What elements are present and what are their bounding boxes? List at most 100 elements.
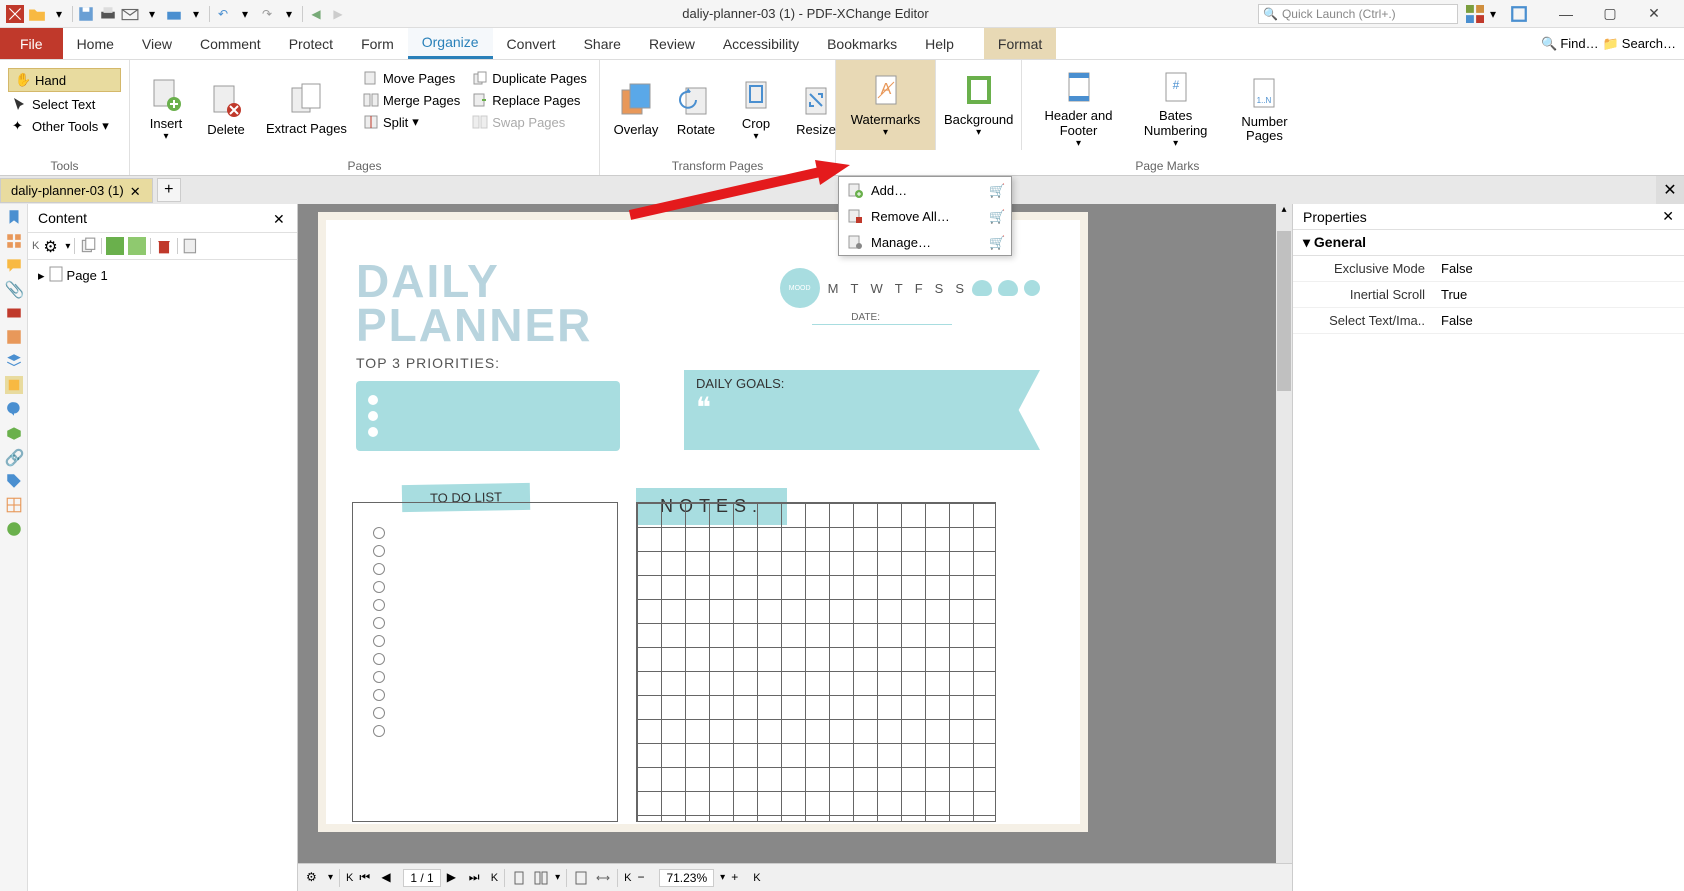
watermark-add[interactable]: Add…🛒	[839, 177, 1011, 203]
sq1-icon[interactable]	[106, 237, 124, 255]
bookmark-icon[interactable]	[5, 208, 23, 226]
layers-icon[interactable]	[5, 352, 23, 370]
menu-protect[interactable]: Protect	[275, 28, 347, 59]
last-page-icon[interactable]: ⏭	[469, 870, 485, 886]
fields-icon[interactable]	[5, 304, 23, 322]
chevron-down-icon[interactable]: ▾	[555, 872, 560, 883]
expand-icon[interactable]: ▸	[38, 268, 45, 284]
swap-pages[interactable]: Swap Pages	[468, 112, 591, 132]
properties-general-section[interactable]: ▾ General	[1293, 230, 1684, 256]
chevron-down-icon[interactable]: ▾	[1484, 5, 1502, 23]
email-icon[interactable]	[121, 5, 139, 23]
undo-icon[interactable]: ↶	[214, 5, 232, 23]
tree-page-1[interactable]: ▸Page 1	[38, 266, 287, 285]
fit-width-icon[interactable]	[595, 870, 611, 886]
scan-icon[interactable]	[165, 5, 183, 23]
zoom-in-icon[interactable]: +	[731, 870, 747, 886]
rotate-button[interactable]: Rotate	[668, 64, 724, 154]
signatures-icon[interactable]	[5, 328, 23, 346]
prev-page-icon[interactable]: ◀	[381, 870, 397, 886]
prop-value[interactable]: True	[1433, 282, 1684, 307]
copy-icon[interactable]	[79, 237, 97, 255]
menu-convert[interactable]: Convert	[493, 28, 570, 59]
fit-page-icon[interactable]	[573, 870, 589, 886]
trash-icon[interactable]	[155, 237, 173, 255]
nav-back-icon[interactable]: ◀	[307, 5, 325, 23]
chevron-down-icon[interactable]: ▾	[187, 5, 205, 23]
menu-share[interactable]: Share	[570, 28, 635, 59]
insert-button[interactable]: Insert▾	[138, 64, 194, 154]
links-icon[interactable]: 🔗	[5, 448, 23, 466]
select-text-tool[interactable]: Select Text	[8, 94, 121, 114]
save-icon[interactable]	[77, 5, 95, 23]
merge-pages[interactable]: Merge Pages	[359, 90, 464, 110]
other-tools[interactable]: ✦Other Tools▾	[8, 116, 121, 136]
accessibility-icon[interactable]	[5, 520, 23, 538]
open-icon[interactable]	[28, 5, 46, 23]
watermark-manage[interactable]: Manage…🛒	[839, 229, 1011, 255]
nav-forward-icon[interactable]: ▶	[329, 5, 347, 23]
options-icon[interactable]: ⚙	[306, 870, 322, 886]
bates-button[interactable]: #Bates Numbering▾	[1131, 64, 1221, 154]
maximize-button[interactable]: ▢	[1596, 4, 1624, 24]
thumbnails-icon[interactable]	[5, 232, 23, 250]
new-tab-button[interactable]: +	[157, 178, 181, 202]
prop-value[interactable]: False	[1433, 256, 1684, 281]
hand-tool[interactable]: ✋Hand	[8, 68, 121, 92]
attachment-icon[interactable]: 📎	[5, 280, 23, 298]
background-button[interactable]: Background▾	[936, 60, 1022, 150]
search-button[interactable]: 📁Search…	[1603, 36, 1676, 52]
duplicate-pages[interactable]: Duplicate Pages	[468, 68, 591, 88]
menu-bookmarks[interactable]: Bookmarks	[813, 28, 911, 59]
comments-icon[interactable]	[5, 256, 23, 274]
chevron-down-icon[interactable]: ▾	[720, 872, 725, 883]
ui-options-icon[interactable]	[1466, 5, 1484, 23]
menu-comment[interactable]: Comment	[186, 28, 275, 59]
watermarks-button[interactable]: AWatermarks▾	[836, 60, 936, 150]
prop-value[interactable]: False	[1433, 308, 1684, 333]
print-icon[interactable]	[99, 5, 117, 23]
file-menu[interactable]: File	[0, 28, 63, 59]
document-viewer[interactable]: DAILY PLANNER TOP 3 PRIORITIES: MOOD M T…	[298, 204, 1292, 891]
3d-icon[interactable]	[5, 424, 23, 442]
header-footer-button[interactable]: Header and Footer▾	[1030, 64, 1126, 154]
chevron-down-icon[interactable]: ▾	[65, 241, 70, 252]
redo-icon[interactable]: ↷	[258, 5, 276, 23]
move-pages[interactable]: Move Pages	[359, 68, 464, 88]
close-button[interactable]: ✕	[1640, 4, 1668, 24]
menu-view[interactable]: View	[128, 28, 186, 59]
close-icon[interactable]: ✕	[1662, 208, 1674, 225]
pane-close-button[interactable]: ✕	[1656, 176, 1684, 204]
chevron-down-icon[interactable]: ▾	[328, 872, 333, 883]
destinations-icon[interactable]	[5, 400, 23, 418]
split-pages[interactable]: Split▾	[359, 112, 464, 132]
quick-launch-input[interactable]: 🔍 Quick Launch (Ctrl+.)	[1258, 4, 1458, 24]
crop-button[interactable]: Crop▾	[728, 64, 784, 154]
first-page-icon[interactable]: ⏮	[359, 870, 375, 886]
minimize-button[interactable]: —	[1552, 4, 1580, 24]
delete-button[interactable]: Delete	[198, 64, 254, 154]
menu-help[interactable]: Help	[911, 28, 968, 59]
menu-format[interactable]: Format	[984, 28, 1056, 59]
chevron-down-icon[interactable]: ▾	[143, 5, 161, 23]
chevron-down-icon[interactable]: ▾	[236, 5, 254, 23]
zoom-out-icon[interactable]: −	[637, 870, 653, 886]
tag-icon[interactable]	[5, 472, 23, 490]
sq2-icon[interactable]	[128, 237, 146, 255]
page-indicator[interactable]: 1 / 1	[403, 869, 440, 887]
chevron-down-icon[interactable]: ▾	[280, 5, 298, 23]
spreadsheet-icon[interactable]	[5, 496, 23, 514]
close-icon[interactable]: ✕	[130, 184, 142, 196]
vertical-scrollbar[interactable]: ▴	[1276, 204, 1292, 863]
menu-form[interactable]: Form	[347, 28, 408, 59]
close-icon[interactable]: ✕	[273, 211, 287, 225]
chevron-down-icon[interactable]: ▾	[50, 5, 68, 23]
next-page-icon[interactable]: ▶	[447, 870, 463, 886]
watermark-remove[interactable]: Remove All…🛒	[839, 203, 1011, 229]
edit-icon[interactable]	[182, 237, 200, 255]
number-pages-button[interactable]: 1..NNumber Pages	[1225, 64, 1305, 154]
content-icon[interactable]	[5, 376, 23, 394]
menu-accessibility[interactable]: Accessibility	[709, 28, 813, 59]
scroll-thumb[interactable]	[1277, 231, 1291, 391]
zoom-level[interactable]: 71.23%	[659, 869, 714, 887]
